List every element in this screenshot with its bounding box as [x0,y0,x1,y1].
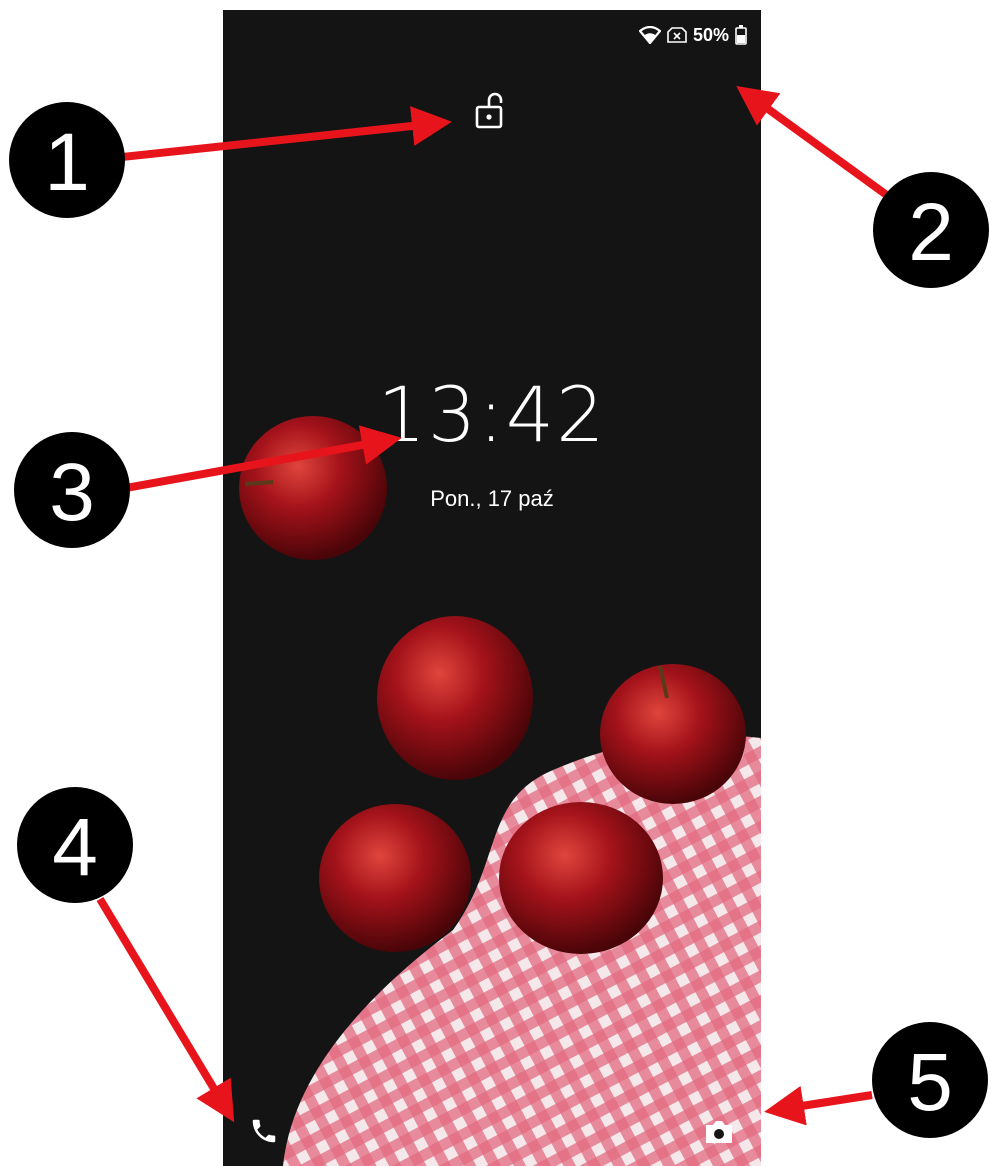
arrow-5 [764,1085,873,1126]
arrow-1 [121,106,452,161]
arrow-2 [736,85,891,200]
arrow-4 [96,896,235,1123]
arrow-3 [125,425,402,492]
annotation-overlay: 1 2 3 4 5 [9,85,989,1138]
callout-number-3: 3 [49,447,95,538]
callout-number-2: 2 [908,187,954,278]
callout-number-4: 4 [52,802,98,893]
callout-number-5: 5 [907,1037,953,1128]
callout-number-1: 1 [44,117,90,208]
